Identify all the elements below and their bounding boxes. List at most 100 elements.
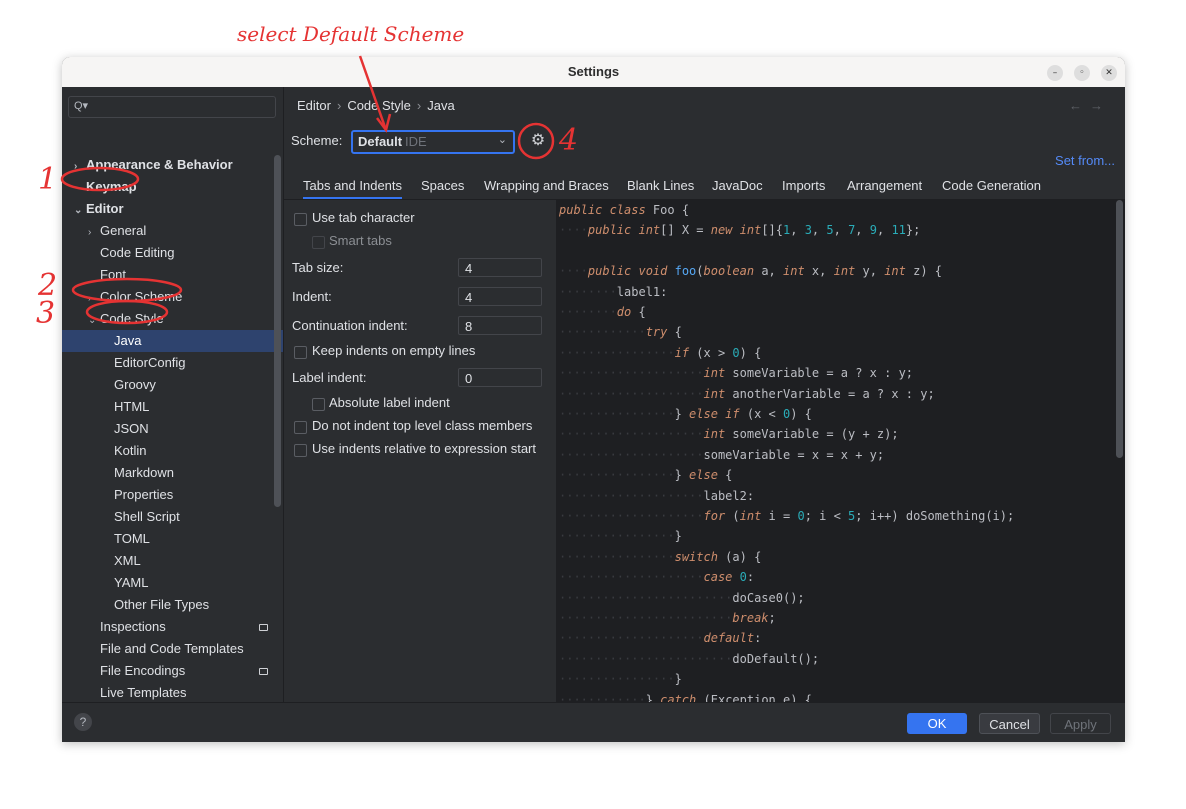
chevron-right-icon[interactable]: › <box>74 156 86 178</box>
settings-sidebar: Q▾ › Appearance & Behavior Keymap ⌄ Editor › G… <box>62 87 284 722</box>
sidebar-item-markdown[interactable]: Markdown <box>102 462 174 484</box>
gear-icon[interactable]: ⚙ <box>528 131 548 151</box>
code-token: do <box>616 305 639 319</box>
sidebar-item-xml[interactable]: XML <box>102 550 141 572</box>
chevron-down-icon[interactable]: ⌄ <box>88 310 100 332</box>
code-line: ························break; <box>559 608 776 628</box>
ok-button[interactable]: OK <box>907 713 967 734</box>
sidebar-item-keymap[interactable]: Keymap <box>74 176 137 198</box>
sidebar-item-kotlin[interactable]: Kotlin <box>102 440 147 462</box>
sidebar-item-live-templates[interactable]: Live Templates <box>88 682 186 704</box>
minimize-icon[interactable]: – <box>1047 65 1063 81</box>
sidebar-item-shell-script[interactable]: Shell Script <box>102 506 180 528</box>
sidebar-item-general[interactable]: › General <box>88 220 146 242</box>
sidebar-item-file-and-code-templates[interactable]: File and Code Templates <box>88 638 244 660</box>
code-token: , <box>811 223 827 238</box>
code-line: ····················int someVariable = a… <box>559 363 913 383</box>
sidebar-item-toml[interactable]: TOML <box>102 528 150 550</box>
sidebar-item-label: Editor <box>86 201 124 216</box>
indent-guide: ···· <box>559 223 588 238</box>
code-token: boolean <box>703 264 762 279</box>
code-token: , <box>790 223 805 238</box>
tab-tabs-and-indents[interactable]: Tabs and Indents <box>303 173 403 199</box>
back-arrow-icon[interactable]: ← <box>1069 98 1090 113</box>
code-token: for <box>703 509 733 523</box>
sidebar-item-html[interactable]: HTML <box>102 396 149 418</box>
settings-window: Settings – ◦ ✕ Q▾ › Appearance & Behavior… <box>62 57 1125 742</box>
tab-arrangement[interactable]: Arrangement <box>847 173 922 199</box>
sidebar-item-java[interactable]: Java <box>102 330 141 352</box>
indent-guide: ························ <box>559 590 733 605</box>
sidebar-item-editorconfig[interactable]: EditorConfig <box>102 352 186 374</box>
sidebar-item-json[interactable]: JSON <box>102 418 149 440</box>
selected-row-highlight <box>62 330 283 352</box>
scheme-dropdown[interactable]: Default IDE ⌄ <box>351 130 515 154</box>
sidebar-item-label: File and Code Templates <box>100 641 244 656</box>
sidebar-item-code-style[interactable]: ⌄ Code Style <box>88 308 164 330</box>
sidebar-item-label: Keymap <box>86 179 137 194</box>
apply-button[interactable]: Apply <box>1050 713 1111 734</box>
absolute-label-indent-checkbox[interactable] <box>312 398 325 411</box>
use-tab-character-checkbox[interactable] <box>294 213 307 226</box>
indent-field[interactable]: 4 <box>458 287 542 306</box>
chevron-right-icon[interactable]: › <box>88 222 100 244</box>
keep-indents-checkbox[interactable] <box>294 346 307 359</box>
code-token: new int <box>710 223 762 238</box>
sidebar-item-file-encodings[interactable]: File Encodings <box>88 660 185 682</box>
tab-javadoc[interactable]: JavaDoc <box>712 173 763 199</box>
sidebar-item-other-file-types[interactable]: Other File Types <box>102 594 209 616</box>
help-icon[interactable]: ? <box>74 713 92 731</box>
sidebar-item-color-scheme[interactable]: › Color Scheme <box>88 286 182 308</box>
sidebar-item-editor[interactable]: ⌄ Editor <box>74 198 124 220</box>
tab-spaces[interactable]: Spaces <box>421 173 464 199</box>
continuation-indent-field[interactable]: 8 <box>458 316 542 335</box>
code-line: ····················int someVariable = (… <box>559 424 899 444</box>
breadcrumb-separator: › <box>416 98 422 113</box>
indent-guide: ···················· <box>559 631 704 646</box>
tab-code-generation[interactable]: Code Generation <box>942 173 1041 199</box>
sidebar-item-yaml[interactable]: YAML <box>102 572 148 594</box>
tab-imports[interactable]: Imports <box>782 173 825 199</box>
sidebar-scrollbar[interactable] <box>274 155 281 507</box>
indents-relative-checkbox[interactable] <box>294 444 307 457</box>
no-indent-top-level-checkbox[interactable] <box>294 421 307 434</box>
sidebar-item-label: Other File Types <box>114 597 210 612</box>
chevron-down-icon: ⌄ <box>497 134 507 146</box>
code-token: else <box>689 468 726 483</box>
sidebar-item-label: HTML <box>114 399 150 414</box>
tab-wrapping-and-braces[interactable]: Wrapping and Braces <box>484 173 609 199</box>
chevron-right-icon[interactable]: › <box>88 288 100 310</box>
code-scrollbar[interactable] <box>1116 200 1123 458</box>
close-icon[interactable]: ✕ <box>1101 65 1117 81</box>
search-input[interactable]: Q▾ <box>68 96 276 118</box>
code-line: ················} else { <box>559 465 732 485</box>
code-line: ····················default: <box>559 628 761 648</box>
label-indent-field[interactable]: 0 <box>458 368 542 387</box>
sidebar-item-font[interactable]: Font <box>88 264 126 286</box>
code-line: ························doCase0(); <box>559 588 805 608</box>
tab-blank-lines[interactable]: Blank Lines <box>627 173 694 199</box>
forward-arrow-icon[interactable]: → <box>1090 98 1111 113</box>
sidebar-item-appearance-behavior[interactable]: › Appearance & Behavior <box>74 154 233 176</box>
scheme-label: Scheme: <box>291 133 343 148</box>
code-token: [] X = <box>660 223 711 238</box>
sidebar-item-properties[interactable]: Properties <box>102 484 173 506</box>
code-token: } <box>645 692 661 702</box>
chevron-down-icon[interactable]: ⌄ <box>74 200 86 222</box>
smart-tabs-checkbox[interactable] <box>312 236 325 249</box>
tab-size-field[interactable]: 4 <box>458 258 542 277</box>
sidebar-item-label: Kotlin <box>114 443 147 458</box>
sidebar-item-label: XML <box>114 553 141 568</box>
breadcrumb-code-style[interactable]: Code Style <box>347 98 411 113</box>
code-line: public class Foo { <box>559 200 689 220</box>
breadcrumb-editor[interactable]: Editor <box>297 98 331 113</box>
sidebar-item-code-editing[interactable]: Code Editing <box>88 242 174 264</box>
set-from-link[interactable]: Set from... <box>1055 153 1115 168</box>
sidebar-item-groovy[interactable]: Groovy <box>102 374 156 396</box>
restore-icon[interactable]: ◦ <box>1074 65 1090 81</box>
sidebar-item-label: File Encodings <box>100 663 186 678</box>
code-token: 3 <box>804 223 812 238</box>
sidebar-item-inspections[interactable]: Inspections <box>88 616 166 638</box>
cancel-button[interactable]: Cancel <box>979 713 1040 734</box>
indent-guide: ························ <box>559 651 733 666</box>
